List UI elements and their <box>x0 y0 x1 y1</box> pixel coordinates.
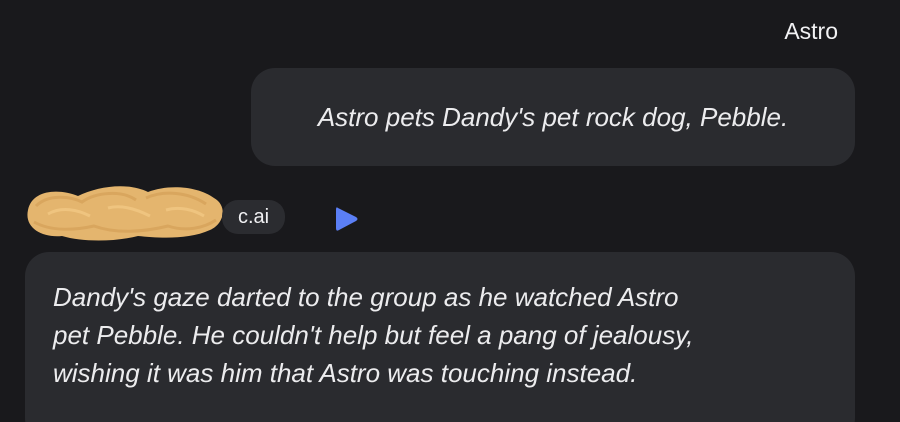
user-sender-name: Astro <box>784 18 838 44</box>
bot-message-line: pet Pebble. He couldn't help but feel a … <box>53 320 694 350</box>
c-ai-badge: c.ai <box>222 200 286 234</box>
user-message-text: Astro pets Dandy's pet rock dog, Pebble. <box>317 101 789 132</box>
chat-screen: Astro Astro pets Dandy's pet rock dog, P… <box>0 0 900 422</box>
play-triangle-icon[interactable] <box>332 204 360 234</box>
bot-message-header: c.ai <box>18 180 378 246</box>
redacted-character-name <box>27 186 223 241</box>
bot-message-line: Dandy's gaze darted to the group as he w… <box>53 282 679 312</box>
bot-message-bubble: Dandy's gaze darted to the group as he w… <box>25 252 855 422</box>
bot-message-line: wishing it was him that Astro was touchi… <box>53 358 638 388</box>
user-message-bubble: Astro pets Dandy's pet rock dog, Pebble. <box>251 68 855 166</box>
bot-message-text: Dandy's gaze darted to the group as he w… <box>53 278 831 392</box>
